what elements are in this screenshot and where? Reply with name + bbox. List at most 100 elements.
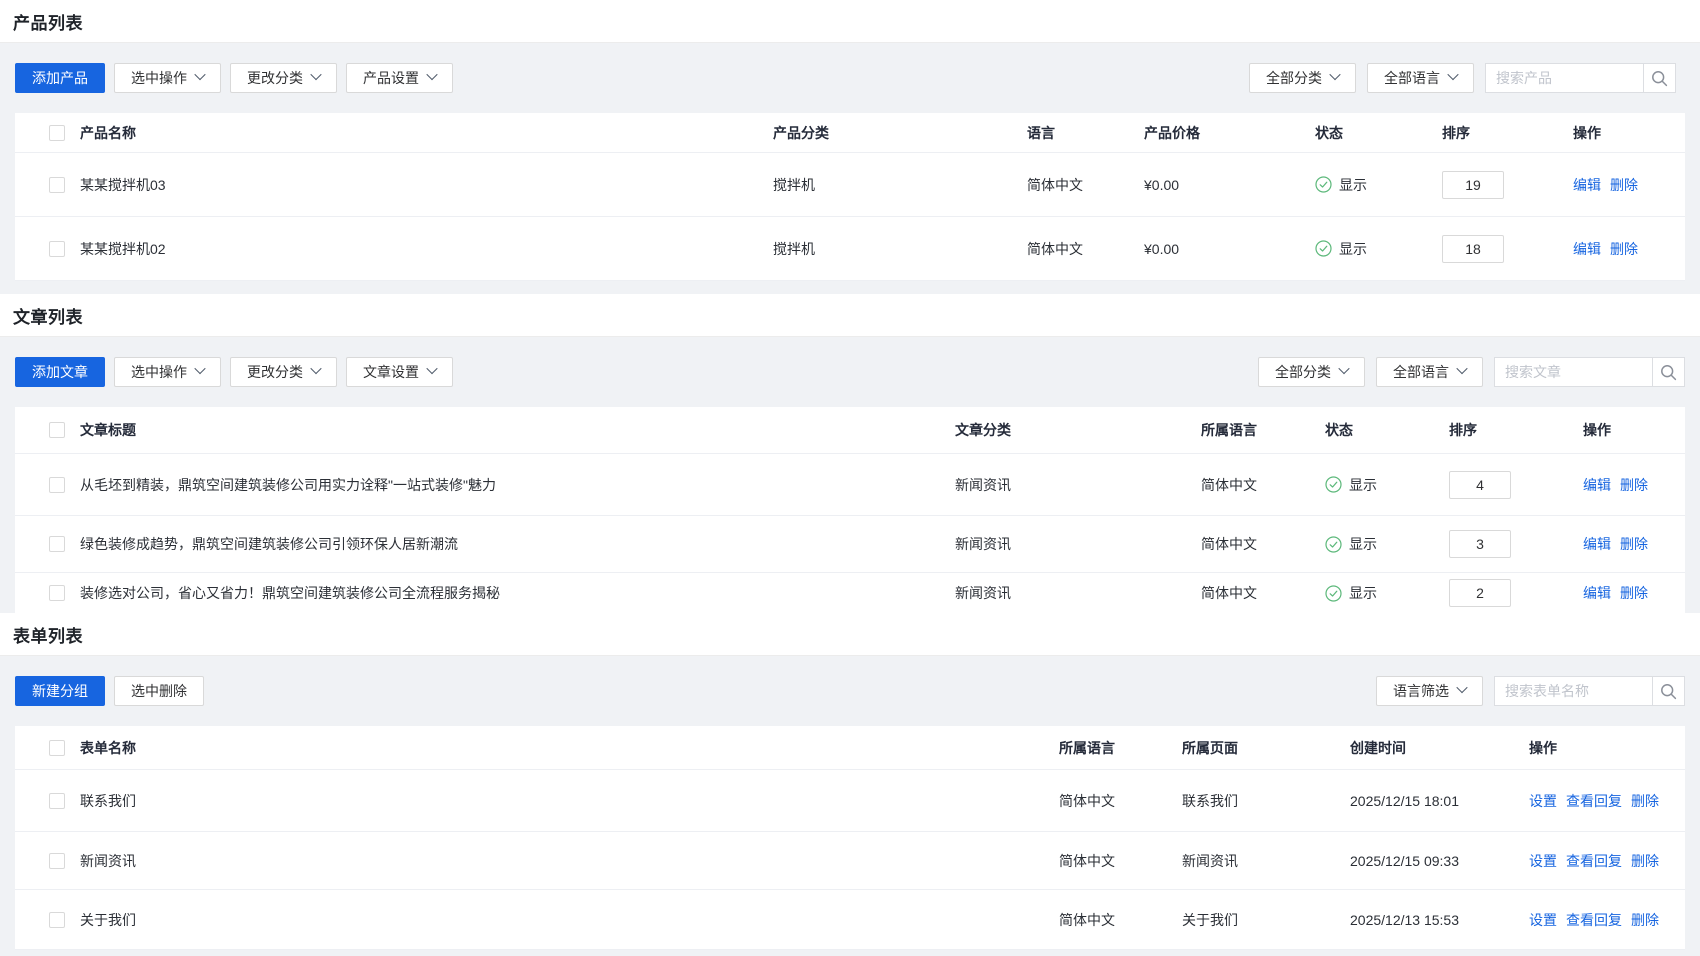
settings-link[interactable]: 设置 (1529, 912, 1557, 928)
edit-link[interactable]: 编辑 (1583, 477, 1611, 493)
settings-link[interactable]: 设置 (1529, 793, 1557, 809)
product-selected-action-dropdown[interactable]: 选中操作 (114, 63, 221, 93)
form-created: 2025/12/13 15:53 (1350, 912, 1529, 928)
delete-selected-button[interactable]: 选中删除 (114, 676, 204, 706)
form-search-input[interactable] (1494, 676, 1652, 706)
header-checkbox-cell (15, 125, 65, 141)
article-selected-action-dropdown[interactable]: 选中操作 (114, 357, 221, 387)
status-text: 显示 (1349, 534, 1377, 554)
article-search-button[interactable] (1652, 357, 1685, 387)
status-text: 显示 (1339, 239, 1367, 259)
settings-link[interactable]: 设置 (1529, 853, 1557, 869)
delete-link[interactable]: 删除 (1620, 536, 1648, 552)
status-text: 显示 (1349, 475, 1377, 495)
row-actions: 设置查看回复删除 (1529, 851, 1685, 871)
status-badge: 显示 (1325, 583, 1449, 603)
chevron-down-icon (194, 363, 205, 374)
edit-link[interactable]: 编辑 (1573, 177, 1601, 193)
product-search-input[interactable] (1485, 63, 1643, 93)
new-group-button[interactable]: 新建分组 (15, 676, 105, 706)
row-checkbox[interactable] (49, 585, 65, 601)
forms-section: 表单列表 新建分组 选中删除 语言筛选 表单名称 所属语言 所属页面 (0, 613, 1700, 950)
article-change-category-dropdown[interactable]: 更改分类 (230, 357, 337, 387)
product-search-button[interactable] (1643, 63, 1676, 93)
product-language: 简体中文 (1027, 175, 1144, 195)
edit-link[interactable]: 编辑 (1583, 536, 1611, 552)
row-checkbox[interactable] (49, 912, 65, 928)
sort-cell (1449, 530, 1583, 558)
col-article-category: 文章分类 (955, 420, 1201, 440)
add-article-button[interactable]: 添加文章 (15, 357, 105, 387)
dropdown-label: 选中操作 (131, 68, 187, 88)
delete-link[interactable]: 删除 (1631, 912, 1659, 928)
row-checkbox[interactable] (49, 477, 65, 493)
row-checkbox[interactable] (49, 536, 65, 552)
product-price: ¥0.00 (1144, 241, 1315, 257)
products-page-title: 产品列表 (13, 9, 83, 34)
col-status: 状态 (1315, 123, 1442, 143)
article-settings-dropdown[interactable]: 文章设置 (346, 357, 453, 387)
chevron-down-icon (1456, 363, 1467, 374)
col-language: 所属语言 (1059, 738, 1182, 758)
delete-link[interactable]: 删除 (1620, 477, 1648, 493)
sort-input[interactable] (1449, 471, 1511, 499)
form-filter-language-dropdown[interactable]: 语言筛选 (1376, 676, 1483, 706)
article-category: 新闻资讯 (955, 583, 1201, 603)
row-checkbox[interactable] (49, 853, 65, 869)
products-table: 产品名称 产品分类 语言 产品价格 状态 排序 操作 某某搅拌机03 搅拌机 简… (15, 113, 1685, 281)
delete-link[interactable]: 删除 (1631, 853, 1659, 869)
chevron-down-icon (310, 69, 321, 80)
col-sort: 排序 (1449, 420, 1583, 440)
articles-table: 文章标题 文章分类 所属语言 状态 排序 操作 从毛坯到精装，鼎筑空间建筑装修公… (15, 407, 1685, 613)
col-product-category: 产品分类 (773, 123, 1027, 143)
article-search-input[interactable] (1494, 357, 1652, 387)
product-category: 搅拌机 (773, 239, 1027, 259)
select-all-checkbox[interactable] (49, 740, 65, 756)
sort-input[interactable] (1449, 530, 1511, 558)
dropdown-label: 语言筛选 (1393, 681, 1449, 701)
delete-link[interactable]: 删除 (1610, 177, 1638, 193)
form-search-button[interactable] (1652, 676, 1685, 706)
sort-input[interactable] (1442, 171, 1504, 199)
delete-link[interactable]: 删除 (1620, 585, 1648, 601)
row-checkbox[interactable] (49, 241, 65, 257)
chevron-down-icon (426, 69, 437, 80)
col-page: 所属页面 (1182, 738, 1350, 758)
chevron-down-icon (426, 363, 437, 374)
select-all-checkbox[interactable] (49, 422, 65, 438)
product-settings-dropdown[interactable]: 产品设置 (346, 63, 453, 93)
delete-link[interactable]: 删除 (1610, 241, 1638, 257)
article-filter-category-dropdown[interactable]: 全部分类 (1258, 357, 1365, 387)
sort-input[interactable] (1442, 235, 1504, 263)
article-search (1494, 357, 1685, 387)
chevron-down-icon (194, 69, 205, 80)
chevron-down-icon (1456, 682, 1467, 693)
view-replies-link[interactable]: 查看回复 (1566, 853, 1622, 869)
articles-table-header: 文章标题 文章分类 所属语言 状态 排序 操作 (15, 407, 1685, 454)
article-filter-language-dropdown[interactable]: 全部语言 (1376, 357, 1483, 387)
delete-link[interactable]: 删除 (1631, 793, 1659, 809)
table-row: 某某搅拌机02 搅拌机 简体中文 ¥0.00 显示 编辑删除 (15, 217, 1685, 281)
sort-input[interactable] (1449, 579, 1511, 607)
product-change-category-dropdown[interactable]: 更改分类 (230, 63, 337, 93)
product-filter-category-dropdown[interactable]: 全部分类 (1249, 63, 1356, 93)
dropdown-label: 全部分类 (1275, 362, 1331, 382)
add-product-button[interactable]: 添加产品 (15, 63, 105, 93)
sort-cell (1449, 471, 1583, 499)
form-name: 联系我们 (65, 791, 1059, 811)
edit-link[interactable]: 编辑 (1583, 585, 1611, 601)
view-replies-link[interactable]: 查看回复 (1566, 793, 1622, 809)
col-form-name: 表单名称 (65, 738, 1059, 758)
articles-filters: 全部分类 全部语言 (1258, 357, 1685, 387)
forms-table: 表单名称 所属语言 所属页面 创建时间 操作 联系我们 简体中文 联系我们 20… (15, 726, 1685, 950)
select-all-checkbox[interactable] (49, 125, 65, 141)
form-page: 新闻资讯 (1182, 851, 1350, 871)
col-actions: 操作 (1529, 738, 1685, 758)
row-checkbox[interactable] (49, 177, 65, 193)
chevron-down-icon (1447, 69, 1458, 80)
product-filter-language-dropdown[interactable]: 全部语言 (1367, 63, 1474, 93)
view-replies-link[interactable]: 查看回复 (1566, 912, 1622, 928)
check-circle-icon (1325, 536, 1342, 553)
edit-link[interactable]: 编辑 (1573, 241, 1601, 257)
row-checkbox[interactable] (49, 793, 65, 809)
